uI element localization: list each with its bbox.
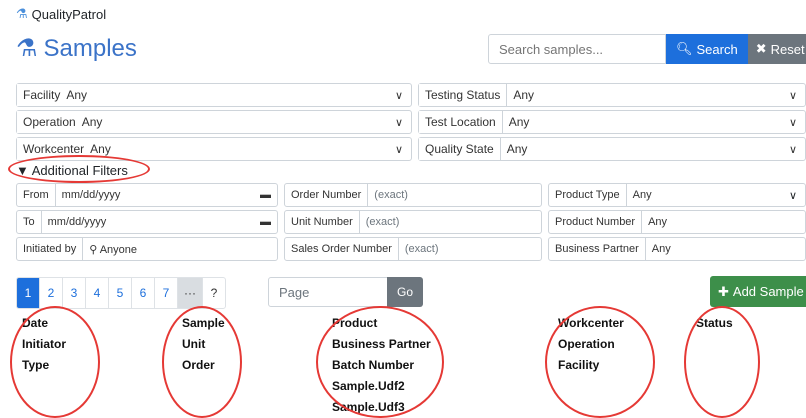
plus-icon: ✚ bbox=[718, 283, 729, 299]
page-input[interactable]: Page bbox=[268, 277, 388, 307]
add-sample-button[interactable]: ✚ Add Sample bbox=[710, 276, 806, 307]
chevron-down-icon: ∨ bbox=[788, 89, 797, 102]
page-link-7[interactable]: 7 bbox=[155, 278, 178, 308]
user-icon: ⚲ bbox=[89, 243, 98, 256]
page-title: ⚗ Samples bbox=[16, 34, 137, 63]
calendar-icon[interactable]: ▬ bbox=[254, 189, 277, 201]
page-link-2[interactable]: 2 bbox=[40, 278, 63, 308]
additional-filters-toggle[interactable]: ▼ Additional Filters bbox=[16, 163, 128, 178]
page-link-3[interactable]: 3 bbox=[63, 278, 86, 308]
chevron-down-icon: ∨ bbox=[394, 116, 403, 129]
chevron-down-icon: ∨ bbox=[788, 143, 797, 156]
chevron-down-icon: ∨ bbox=[788, 189, 797, 202]
search-icon: 🔍︎ bbox=[676, 41, 693, 56]
order-number-field[interactable]: Order Number (exact) bbox=[284, 183, 542, 207]
search-button[interactable]: 🔍︎ Search bbox=[666, 34, 748, 64]
pagination: 1 2 3 4 5 6 7 ··· ? bbox=[16, 277, 226, 309]
help-button[interactable]: ? bbox=[203, 278, 225, 308]
search-input[interactable] bbox=[488, 34, 666, 64]
chevron-down-icon: ∨ bbox=[788, 116, 797, 129]
product-type-select[interactable]: Product Type Any ∨ bbox=[548, 183, 806, 207]
search-bar: 🔍︎ Search ✖ Reset ▼ bbox=[488, 34, 806, 64]
test-location-select[interactable]: Test Location Any ∨ bbox=[418, 110, 806, 134]
sales-order-number-field[interactable]: Sales Order Number (exact) bbox=[284, 237, 542, 261]
from-date-field[interactable]: From mm/dd/yyyy ▬ bbox=[16, 183, 278, 207]
column-header-workcenter: Workcenter Operation Facility bbox=[558, 316, 624, 372]
workcenter-select[interactable]: Workcenter Any ∨ bbox=[16, 137, 412, 161]
go-button[interactable]: Go bbox=[387, 277, 423, 307]
brand-name: QualityPatrol bbox=[31, 6, 107, 22]
initiated-by-field[interactable]: Initiated by ⚲ Anyone bbox=[16, 237, 278, 261]
chevron-down-icon: ∨ bbox=[394, 89, 403, 102]
flask-icon: ⚗ bbox=[16, 35, 38, 62]
chevron-down-icon: ∨ bbox=[394, 143, 403, 156]
calendar-icon[interactable]: ▬ bbox=[254, 216, 277, 228]
close-icon: ✖ bbox=[755, 41, 767, 56]
page-title-text: Samples bbox=[43, 34, 137, 62]
page-link-4[interactable]: 4 bbox=[86, 278, 109, 308]
column-header-product: Product Business Partner Batch Number Sa… bbox=[332, 316, 431, 414]
quality-state-select[interactable]: Quality State Any ∨ bbox=[418, 137, 806, 161]
ellipsis-button[interactable]: ··· bbox=[178, 278, 203, 308]
operation-select[interactable]: Operation Any ∨ bbox=[16, 110, 412, 134]
flask-icon: ⚗ bbox=[16, 6, 28, 21]
app-brand: ⚗ QualityPatrol bbox=[16, 6, 106, 22]
product-number-field[interactable]: Product Number Any bbox=[548, 210, 806, 234]
reset-button[interactable]: ✖ Reset ▼ bbox=[747, 34, 806, 64]
column-header-date: Date Initiator Type bbox=[22, 316, 66, 372]
facility-select[interactable]: Facility Any ∨ bbox=[16, 83, 412, 107]
page-link-5[interactable]: 5 bbox=[109, 278, 132, 308]
to-date-field[interactable]: To mm/dd/yyyy ▬ bbox=[16, 210, 278, 234]
business-partner-field[interactable]: Business Partner Any bbox=[548, 237, 806, 261]
column-header-sample: Sample Unit Order bbox=[182, 316, 225, 372]
column-header-status: Status bbox=[696, 316, 733, 330]
page-link-1[interactable]: 1 bbox=[17, 278, 40, 308]
unit-number-field[interactable]: Unit Number (exact) bbox=[284, 210, 542, 234]
testing-status-select[interactable]: Testing Status Any ∨ bbox=[418, 83, 806, 107]
page-link-6[interactable]: 6 bbox=[132, 278, 155, 308]
